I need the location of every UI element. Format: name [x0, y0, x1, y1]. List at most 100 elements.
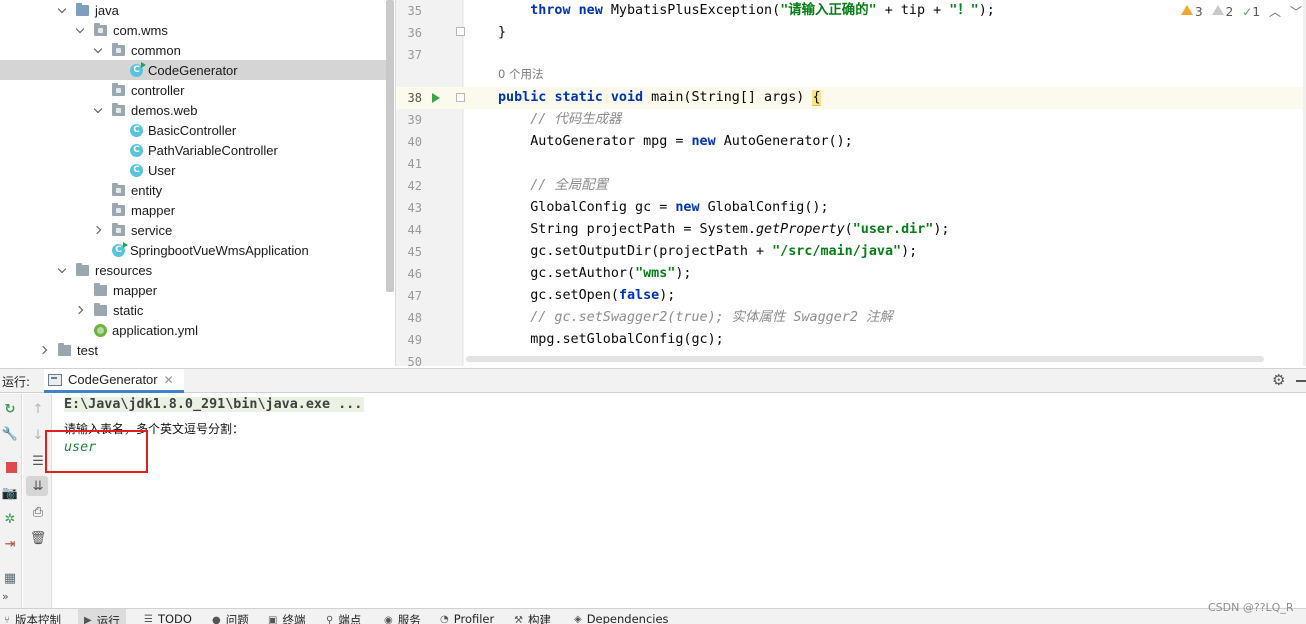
code-line[interactable]: gc.setOpen(false);: [498, 285, 675, 307]
fold-marker[interactable]: [456, 27, 465, 36]
tree-item-springbootvuewmsapplication[interactable]: C SpringbootVueWmsApplication: [0, 240, 386, 260]
line-number: 49: [407, 333, 422, 347]
tool-window-6[interactable]: ◉ 服务: [384, 612, 421, 624]
java-class-icon: C: [130, 163, 143, 177]
tree-item-mapper[interactable]: mapper: [0, 280, 386, 300]
line-number: 39: [407, 113, 422, 127]
tree-item-demos-web[interactable]: demos.web: [0, 100, 386, 120]
exit-icon[interactable]: ⇥: [3, 537, 17, 551]
chevron-down-icon[interactable]: [58, 265, 68, 275]
run-panel-label: 运行:: [2, 375, 31, 389]
code-line[interactable]: mpg.setGlobalConfig(gc);: [498, 329, 724, 351]
gear-icon[interactable]: ⚙: [1272, 373, 1285, 388]
chevron-down-icon[interactable]: [94, 45, 104, 55]
tool-window-icon: ⚒: [514, 614, 523, 624]
wrench-icon[interactable]: 🔧: [2, 427, 18, 441]
code-line[interactable]: public static void main(String[] args) {: [498, 87, 821, 109]
expand-icon[interactable]: »: [2, 590, 9, 603]
tree-item-application-yml[interactable]: application.yml: [0, 320, 386, 340]
rerun-icon[interactable]: ↻: [3, 402, 17, 416]
tree-item-service[interactable]: service: [0, 220, 386, 240]
arrow-up-icon[interactable]: ↑: [31, 402, 45, 416]
chevron-up-icon[interactable]: ︿: [1269, 3, 1281, 20]
tool-window-7[interactable]: ◔ Profiler: [440, 612, 494, 624]
code-line[interactable]: AutoGenerator mpg = new AutoGenerator();: [498, 131, 853, 153]
code-line[interactable]: }: [498, 22, 506, 44]
chevron-down-icon[interactable]: [76, 25, 86, 35]
tool-window-3[interactable]: ● 问题: [212, 612, 249, 624]
scroll-to-end-icon[interactable]: ⇊: [31, 479, 45, 493]
code-line[interactable]: gc.setAuthor("wms");: [498, 263, 691, 285]
tool-window-bar: ⑂ 版本控制 ▶ 运行 ☰ TODO ● 问题 ▣ 终端 ⚲ 端点 ◉ 服务 ◔ Profiler ⚒ 构建 ◈ De…: [0, 608, 1306, 624]
minimize-icon[interactable]: [1296, 380, 1306, 382]
tree-item-label: application.yml: [112, 322, 198, 338]
soft-wrap-icon[interactable]: ☰: [31, 454, 45, 468]
tree-item-com-wms[interactable]: com.wms: [0, 20, 386, 40]
code-line[interactable]: gc.setOutputDir(projectPath + "/src/main…: [498, 241, 917, 263]
tool-window-8[interactable]: ⚒ 构建: [514, 612, 551, 624]
tree-item-resources[interactable]: resources: [0, 260, 386, 280]
code-editor[interactable]: 0 个用法 throw new MybatisPlusException("请输…: [396, 0, 1306, 366]
usage-hint[interactable]: 0 个用法: [498, 66, 543, 82]
layout-icon[interactable]: ▦: [3, 571, 17, 585]
chevron-down-icon[interactable]: [94, 105, 104, 115]
chevron-right-icon[interactable]: [94, 225, 104, 235]
warning-count[interactable]: 3: [1180, 4, 1203, 19]
tree-item-static[interactable]: static: [0, 300, 386, 320]
tree-item-common[interactable]: common: [0, 40, 386, 60]
run-tab-codegenerator[interactable]: CodeGenerator ✕: [44, 369, 184, 393]
code-line[interactable]: // 全局配置: [498, 175, 608, 197]
tool-window-1[interactable]: ▶ 运行: [78, 609, 126, 624]
debug-icon[interactable]: ✲: [3, 512, 17, 526]
tree-scrollbar[interactable]: [386, 0, 394, 292]
chevron-right-icon[interactable]: [76, 305, 86, 315]
tool-window-5[interactable]: ⚲ 端点: [326, 612, 361, 624]
tool-window-label: Dependencies: [586, 612, 669, 624]
stop-icon[interactable]: [4, 460, 18, 474]
trash-icon[interactable]: 🗑: [30, 531, 47, 545]
tool-window-4[interactable]: ▣ 终端: [268, 612, 305, 624]
line-number: 35: [407, 4, 422, 18]
tool-window-label: 端点: [338, 613, 362, 624]
tool-window-9[interactable]: ◈ Dependencies: [574, 612, 669, 624]
editor-horizontal-scrollbar[interactable]: [466, 356, 1264, 362]
project-tree: java com.wms common C CodeGenerator controlle…: [0, 0, 395, 366]
tree-item-user[interactable]: C User: [0, 160, 386, 180]
chevron-right-icon[interactable]: [40, 345, 50, 355]
tree-item-pathvariablecontroller[interactable]: C PathVariableController: [0, 140, 386, 160]
close-icon[interactable]: ✕: [164, 373, 174, 387]
chevron-down-icon[interactable]: ﹀: [1290, 3, 1302, 20]
code-line[interactable]: throw new MybatisPlusException("请输入正确的" …: [498, 0, 995, 22]
tree-item-basiccontroller[interactable]: C BasicController: [0, 120, 386, 140]
arrow-down-icon[interactable]: ↓: [31, 428, 45, 442]
tool-window-2[interactable]: ☰ TODO: [144, 612, 192, 624]
tree-item-mapper[interactable]: mapper: [0, 200, 386, 220]
inspection-widget[interactable]: 3 2 ✓1 ︿ ﹀: [1180, 3, 1306, 20]
run-main-gutter-icon[interactable]: [432, 93, 440, 103]
tree-item-controller[interactable]: controller: [0, 80, 386, 100]
fold-marker[interactable]: [456, 93, 465, 102]
console-toolbar: ↑ ↓ ☰ ⇊ ⎙ 🗑: [23, 394, 52, 608]
print-icon[interactable]: ⎙: [31, 505, 45, 519]
console-output[interactable]: E:\Java\jdk1.8.0_291\bin\java.exe ... 请输…: [53, 394, 1306, 608]
tool-window-0[interactable]: ⑂ 版本控制: [4, 612, 61, 624]
code-line[interactable]: // 代码生成器: [498, 109, 621, 131]
ok-count[interactable]: ✓1: [1242, 5, 1260, 19]
weak-warning-count[interactable]: 2: [1211, 4, 1233, 19]
tree-item-test[interactable]: test: [0, 340, 386, 360]
tree-item-entity[interactable]: entity: [0, 180, 386, 200]
camera-icon[interactable]: 📷: [2, 486, 18, 500]
tree-item-label: com.wms: [113, 22, 168, 38]
code-line[interactable]: String projectPath = System.getProperty(…: [498, 219, 949, 241]
tree-item-codegenerator[interactable]: C CodeGenerator: [0, 60, 386, 80]
tool-window-label: 问题: [225, 613, 249, 624]
folder-icon: [58, 342, 71, 356]
tool-window-icon: ●: [212, 614, 221, 624]
tool-window-label: 版本控制: [15, 613, 61, 624]
chevron-down-icon[interactable]: [58, 5, 68, 15]
tree-item-java[interactable]: java: [0, 0, 386, 20]
tool-window-label: 构建: [527, 613, 551, 624]
code-line[interactable]: GlobalConfig gc = new GlobalConfig();: [498, 197, 828, 219]
code-line[interactable]: // gc.setSwagger2(true); 实体属性 Swagger2 注…: [498, 307, 893, 329]
tool-window-icon: ◉: [384, 614, 393, 624]
